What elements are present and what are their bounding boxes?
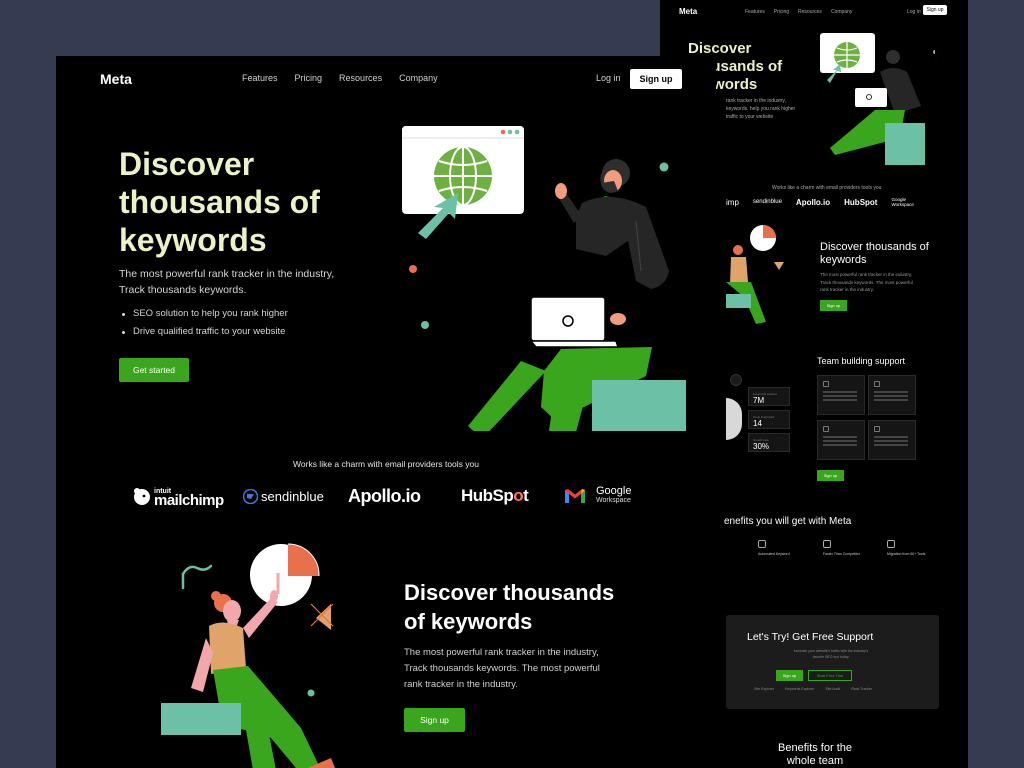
nav-pricing[interactable]: Pricing — [295, 73, 323, 83]
back-section2-signup-button[interactable]: Sign up — [820, 300, 847, 311]
back-logo-google: Google Workspace — [891, 197, 914, 207]
back-feature-title: Migration from 60+ Tools — [887, 552, 926, 556]
back-nav-resources[interactable]: Resources — [798, 9, 822, 15]
sendinblue-icon — [243, 488, 258, 504]
back-hero-subtitle: rank tracker in the industry, keywords. … — [726, 98, 796, 120]
back-team-card — [817, 375, 865, 415]
back-team-card — [868, 420, 916, 460]
google-logo-text: Google — [596, 485, 632, 497]
nav-features[interactable]: Features — [242, 73, 278, 83]
back-stat-card: Tools integrated 14 — [748, 410, 790, 429]
back-nav-pricing[interactable]: Pricing — [774, 9, 789, 15]
back-team-pie-chart — [726, 398, 742, 440]
back-cta-checklist: Site Explorer Keywords Explorer Site Aud… — [754, 687, 872, 691]
signup-button[interactable]: Sign up — [630, 69, 682, 89]
hero-bullet-list: SEO solution to help you rank higher Dri… — [120, 305, 288, 341]
section2-subtitle: The most powerful rank tracker in the in… — [404, 647, 600, 690]
hero-illustration — [402, 126, 686, 431]
back-works-with-text: Works like a charm with email providers … — [772, 185, 882, 191]
sendinblue-logo-text: sendinblue — [261, 488, 324, 504]
back-feature-title: Faster Than Competitor — [823, 552, 860, 556]
partner-logo-row: intuit mailchimp sendinblue Apollo.io Hu… — [132, 483, 652, 509]
back-section2-illustration — [726, 225, 784, 324]
back-bottom-title: Benefits for the whole team — [778, 742, 852, 767]
hero-bullet: SEO solution to help you rank higher — [120, 305, 288, 323]
back-cta-box: Let's Try! Get Free Support Increase you… — [726, 615, 939, 709]
back-feature-item: Faster Than Competitor — [823, 540, 863, 557]
back-feature-item: Migration from 60+ Tools — [887, 540, 927, 557]
back-cta-subtitle: Increase your website's traffic with the… — [793, 649, 869, 659]
google-workspace-logo: Google Workspace — [564, 483, 631, 509]
back-feature-item: Automated Keyword — [758, 540, 798, 557]
back-team-title: Team building support — [817, 356, 906, 366]
back-feature-title: Automated Keyword — [758, 552, 790, 556]
back-hero-illustration — [820, 33, 935, 165]
mailchimp-logo: intuit mailchimp — [132, 483, 224, 509]
logo[interactable]: Meta — [100, 71, 132, 87]
nav-links: Features Pricing Resources Company — [242, 73, 455, 83]
section2-signup-button[interactable]: Sign up — [404, 708, 465, 732]
back-logo[interactable]: Meta — [679, 7, 697, 16]
nav-resources[interactable]: Resources — [339, 73, 382, 83]
back-navbar: Meta Features Pricing Resources Company … — [679, 5, 948, 17]
back-team-card — [868, 375, 916, 415]
section2-title: Discover thousands of keywords — [404, 580, 615, 634]
back-logo-mailchimp: imp — [726, 197, 739, 207]
back-cta-title: Let's Try! Get Free Support — [747, 631, 874, 643]
nav-company[interactable]: Company — [399, 73, 438, 83]
hubspot-sprocket-icon: o — [513, 486, 524, 505]
back-cta-item: Site Explorer — [754, 687, 775, 691]
hubspot-logo-text-a: HubSp — [461, 486, 514, 505]
get-started-button[interactable]: Get started — [119, 358, 189, 382]
back-stat-card: Keywords tracked 7M — [748, 387, 790, 406]
back-team-signup-button[interactable]: Sign up — [817, 470, 844, 481]
hubspot-logo: HubSp o t — [461, 483, 529, 509]
back-team-card — [817, 420, 865, 460]
back-nav-links: Features Pricing Resources Company — [745, 9, 852, 15]
back-nav-features[interactable]: Features — [745, 9, 765, 15]
back-cta-item: Rank Tracker — [851, 687, 873, 691]
google-workspace-text: Workspace — [596, 497, 631, 504]
section2-illustration — [161, 543, 335, 768]
monitor-icon — [823, 540, 831, 548]
hubspot-logo-text-b: t — [523, 486, 529, 505]
back-section2-subtitle: The most powerful rank tracker in the in… — [820, 272, 913, 292]
back-signup-button[interactable]: Sign up — [923, 5, 947, 15]
back-logo-apollo: Apollo.io — [795, 197, 831, 207]
works-with-text: Works like a charm with email providers … — [293, 459, 479, 469]
apollo-logo: Apollo.io — [348, 483, 421, 509]
hero-title: Discover thousands of keywords — [119, 146, 320, 258]
back-benefits-title: enefits you will get with Meta — [724, 516, 852, 527]
migrate-icon — [887, 540, 895, 548]
gmail-icon — [565, 489, 585, 503]
login-link[interactable]: Log in — [596, 73, 621, 83]
back-logo-sendinblue: sendinblue — [752, 199, 782, 205]
front-mockup: Meta Features Pricing Resources Company … — [56, 56, 716, 768]
hero-bullet: Drive qualified traffic to your website — [120, 323, 288, 341]
back-section2-title: Discover thousands of keywords — [820, 241, 929, 266]
hero-subtitle: The most powerful rank tracker in the in… — [119, 268, 335, 296]
back-nav-company[interactable]: Company — [831, 9, 852, 15]
back-logo-hubspot: HubSpot — [844, 197, 878, 207]
back-cta-item: Site Audit — [825, 687, 841, 691]
back-login-link[interactable]: Log in — [907, 9, 921, 15]
back-cta-item: Keywords Explorer — [785, 687, 815, 691]
back-stat-card: Growth rate 30% — [748, 433, 790, 452]
sendinblue-logo: sendinblue — [243, 483, 324, 509]
mailchimp-logo-text: mailchimp — [154, 492, 224, 509]
apollo-logo-text: Apollo.io — [348, 485, 421, 506]
back-cta-trial-button[interactable]: Start Free Trial — [808, 670, 852, 681]
gear-icon — [758, 540, 766, 548]
mailchimp-icon — [134, 488, 150, 505]
back-cta-signup-button[interactable]: Sign up — [776, 670, 803, 681]
back-logo-row: imp sendinblue Apollo.io HubSpot Google … — [726, 197, 914, 207]
